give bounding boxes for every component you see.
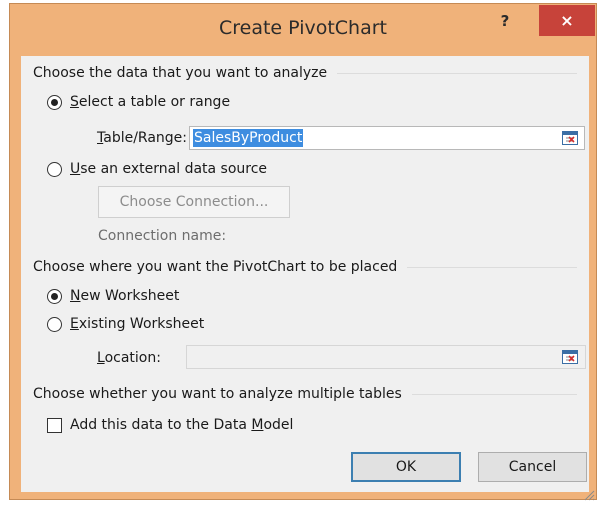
section-divider — [411, 393, 577, 395]
checkbox[interactable] — [47, 417, 62, 433]
section-divider — [407, 266, 577, 268]
table-range-value: SalesByProduct — [193, 129, 304, 147]
collapse-dialog-icon[interactable] — [559, 347, 581, 367]
location-input[interactable] — [186, 345, 586, 369]
radio-button[interactable] — [47, 94, 62, 110]
help-button[interactable]: ? — [492, 10, 518, 32]
radio-existing-worksheet-label: Existing Worksheet — [70, 316, 205, 332]
dialog-body: Choose the data that you want to analyze… — [21, 56, 589, 492]
radio-button[interactable] — [47, 316, 62, 332]
radio-new-worksheet[interactable]: New Worksheet — [47, 288, 179, 304]
radio-select-table-label: Select a table or range — [70, 94, 231, 110]
radio-select-table[interactable]: Select a table or range — [47, 94, 230, 110]
section-heading-placement: Choose where you want the PivotChart to … — [33, 259, 577, 275]
section-heading-data-text: Choose the data that you want to analyze — [33, 65, 328, 81]
section-heading-data: Choose the data that you want to analyze — [33, 65, 577, 81]
radio-external-source[interactable]: Use an external data source — [47, 161, 267, 177]
radio-button[interactable] — [47, 288, 62, 304]
radio-existing-worksheet[interactable]: Existing Worksheet — [47, 316, 204, 332]
checkbox-data-model-label: Add this data to the Data Model — [70, 417, 294, 433]
section-divider — [337, 72, 577, 74]
checkbox-data-model[interactable]: Add this data to the Data Model — [47, 417, 293, 433]
section-heading-tables-text: Choose whether you want to analyze multi… — [33, 386, 402, 402]
table-range-label: Table/Range: — [97, 130, 188, 146]
radio-button[interactable] — [47, 161, 62, 177]
section-heading-tables: Choose whether you want to analyze multi… — [33, 386, 577, 402]
title-bar[interactable]: Create PivotChart ? × — [9, 3, 597, 56]
table-range-input[interactable]: SalesByProduct — [189, 126, 585, 150]
cancel-button[interactable]: Cancel — [478, 452, 587, 482]
close-button[interactable]: × — [539, 5, 595, 36]
resize-grip-icon[interactable] — [583, 486, 595, 501]
collapse-dialog-icon[interactable] — [559, 128, 581, 148]
section-heading-placement-text: Choose where you want the PivotChart to … — [33, 259, 398, 275]
ok-button[interactable]: OK — [351, 452, 461, 482]
choose-connection-button[interactable]: Choose Connection... — [98, 186, 290, 218]
radio-external-source-label: Use an external data source — [70, 161, 268, 177]
connection-name-label: Connection name: — [98, 228, 227, 244]
radio-new-worksheet-label: New Worksheet — [70, 288, 180, 304]
location-label: Location: — [97, 350, 161, 366]
